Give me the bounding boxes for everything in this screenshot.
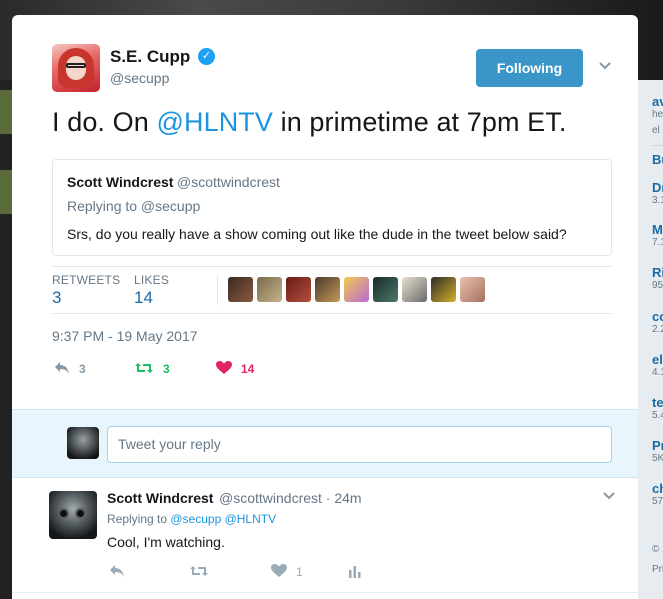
- trend-item[interactable]: el4.1: [652, 353, 663, 379]
- liker-avatar[interactable]: [402, 277, 427, 302]
- retweet-button[interactable]: 3: [134, 360, 174, 378]
- chevron-down-icon[interactable]: [602, 489, 616, 503]
- tweet-text-part: in primetime at 7pm ET.: [273, 107, 567, 137]
- like-count: 14: [241, 362, 255, 376]
- retweets-count[interactable]: 3: [52, 288, 61, 308]
- reply-replying-to: Replying to @secupp @HLNTV: [107, 512, 276, 526]
- tweet-text-part: I do. On: [52, 107, 157, 137]
- reply-author-name[interactable]: Scott Windcrest: [107, 490, 213, 506]
- tweet-text: I do. On @HLNTV in primetime at 7pm ET.: [52, 107, 567, 138]
- trend-item[interactable]: Pr5K: [652, 439, 663, 465]
- current-user-avatar: [67, 427, 99, 459]
- heart-icon: [216, 361, 232, 374]
- reply-retweet-button[interactable]: [189, 564, 213, 580]
- reply-text: Cool, I'm watching.: [107, 534, 225, 550]
- retweet-icon: [190, 566, 208, 576]
- trend-item[interactable]: te5.4: [652, 396, 663, 422]
- replying-prefix: Replying to: [107, 512, 171, 526]
- analytics-icon: [349, 566, 361, 578]
- following-button[interactable]: Following: [476, 49, 583, 87]
- page-backdrop-left: [0, 80, 12, 599]
- quoted-tweet[interactable]: Scott Windcrest @scottwindcrest Replying…: [52, 159, 612, 256]
- footer-privacy-link[interactable]: Priv: [652, 564, 663, 576]
- reply-compose-area: Tweet your reply: [12, 409, 638, 478]
- divider: [217, 275, 218, 305]
- reply-input[interactable]: Tweet your reply: [107, 426, 612, 463]
- reply-like-button[interactable]: 1: [271, 564, 311, 580]
- divider: [52, 266, 612, 267]
- backdrop-image-fragment: [0, 170, 12, 214]
- liker-avatar[interactable]: [257, 277, 282, 302]
- retweet-count: 3: [163, 362, 170, 376]
- reply-author-handle-time[interactable]: @scottwindcrest · 24m: [219, 490, 362, 506]
- reply-icon: [110, 565, 124, 577]
- replying-mentions-link[interactable]: @secupp @HLNTV: [170, 512, 276, 526]
- trend-item[interactable]: el: [652, 125, 663, 137]
- trend-item[interactable]: ch57: [652, 482, 663, 508]
- quoted-author-handle: @scottwindcrest: [177, 174, 280, 190]
- avatar-face: [66, 56, 86, 80]
- trend-item[interactable]: av he: [652, 95, 663, 121]
- tweet-timestamp: 9:37 PM - 19 May 2017: [52, 328, 198, 344]
- reply-reply-button[interactable]: [109, 564, 129, 580]
- liker-avatar[interactable]: [460, 277, 485, 302]
- tweet-permalink-modal: S.E. Cupp ✓ @secupp Following I do. On @…: [12, 15, 638, 599]
- tweet-mention-link[interactable]: @HLNTV: [156, 107, 273, 137]
- trend-item[interactable]: Ri95: [652, 266, 663, 292]
- retweets-label[interactable]: RETWEETS: [52, 273, 120, 287]
- liker-avatar[interactable]: [228, 277, 253, 302]
- like-button[interactable]: 14: [216, 360, 266, 378]
- liker-avatar[interactable]: [373, 277, 398, 302]
- retweet-icon: [135, 363, 153, 373]
- liker-avatar[interactable]: [431, 277, 456, 302]
- reply-analytics-button[interactable]: [348, 564, 364, 580]
- reply-button[interactable]: 3: [54, 360, 94, 378]
- avatar-detail: [75, 508, 86, 519]
- divider: [652, 145, 663, 146]
- avatar-detail: [58, 508, 69, 519]
- trends-sidebar-peek: avhe el Bu Dr3.1 M7.1 Ri95 co2.2 el4.1 t…: [638, 80, 663, 599]
- likes-count[interactable]: 14: [134, 288, 153, 308]
- avatar-glasses: [66, 63, 86, 68]
- likes-label[interactable]: LIKES: [134, 273, 169, 287]
- quoted-replying-to: Replying to @secupp: [67, 198, 201, 214]
- reply-author-avatar[interactable]: [49, 491, 97, 539]
- trend-item[interactable]: M7.1: [652, 223, 663, 249]
- reply-icon: [55, 362, 69, 374]
- trend-item[interactable]: Dr3.1: [652, 181, 663, 207]
- trend-item[interactable]: Bu: [652, 153, 663, 167]
- backdrop-image-fragment: [0, 90, 12, 134]
- footer-copyright: © 2: [652, 544, 663, 555]
- trend-item[interactable]: co2.2: [652, 310, 663, 336]
- divider: [12, 592, 638, 593]
- chevron-down-icon[interactable]: [598, 59, 612, 73]
- author-avatar[interactable]: [52, 44, 100, 92]
- divider: [52, 313, 612, 314]
- quoted-author-name: Scott Windcrest: [67, 174, 174, 190]
- author-handle[interactable]: @secupp: [110, 70, 169, 86]
- liker-avatar[interactable]: [286, 277, 311, 302]
- heart-icon: [271, 564, 287, 577]
- author-name[interactable]: S.E. Cupp: [110, 47, 190, 67]
- liker-avatar[interactable]: [315, 277, 340, 302]
- quoted-tweet-text: Srs, do you really have a show coming ou…: [67, 226, 567, 242]
- liker-avatar[interactable]: [344, 277, 369, 302]
- reply-like-count: 1: [296, 565, 303, 579]
- verified-badge-icon: ✓: [198, 48, 215, 65]
- reply-count: 3: [79, 362, 86, 376]
